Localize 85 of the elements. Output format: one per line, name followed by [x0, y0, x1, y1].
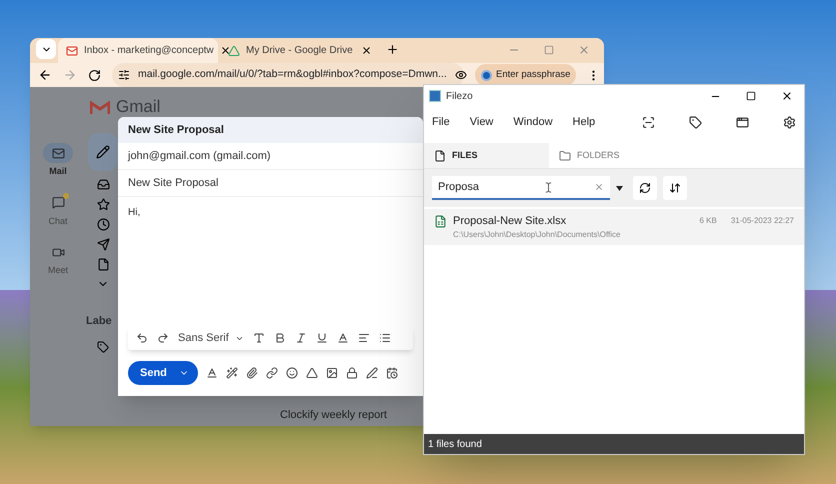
message-body[interactable]: Hi, [118, 197, 423, 326]
window-icon[interactable] [736, 116, 749, 128]
url-text: mail.google.com/mail/u/0/?tab=rm&ogbl#inbox?compose=Dmwn... [138, 67, 447, 82]
align-icon[interactable] [358, 332, 370, 344]
pen-icon[interactable] [366, 367, 378, 379]
sort-button[interactable] [663, 176, 687, 200]
triangle-icon [228, 44, 240, 56]
file-date: 31-05-2023 22:27 [730, 215, 794, 227]
result-row[interactable]: Proposal-New Site.xlsx 6 KB 31-05-2023 22:27 C:\Users\John\Desktop\John\Documents\Office [424, 209, 804, 245]
underline-icon[interactable] [316, 332, 328, 344]
clear-icon[interactable] [594, 182, 604, 192]
calendar-icon[interactable] [386, 367, 398, 379]
status-bar: 1 files found [424, 434, 804, 454]
recipient-field[interactable]: john@gmail.com (gmail.com) [118, 143, 423, 170]
triangle-icon[interactable] [306, 367, 318, 379]
passphrase-button[interactable]: Enter passphrase [475, 64, 576, 86]
email-subject: Clockify weekly report [280, 408, 388, 422]
envelope-icon [52, 146, 64, 160]
tag-icon[interactable] [689, 116, 702, 128]
refresh-button[interactable] [633, 176, 657, 200]
file-size: 6 KB [699, 215, 717, 227]
settings-icon[interactable] [783, 116, 796, 128]
app-icon [429, 90, 441, 102]
gmail-logo-icon [90, 100, 110, 114]
file-path: C:\Users\John\Desktop\John\Documents\Office [452, 229, 622, 242]
italic-icon[interactable] [294, 332, 307, 344]
window-title: Filezo [446, 90, 473, 104]
send-icon[interactable] [96, 238, 110, 251]
close-icon[interactable] [220, 45, 231, 56]
wand-icon[interactable] [226, 367, 238, 379]
tab-title: My Drive - Google Drive [246, 44, 354, 58]
redo-icon[interactable] [157, 332, 169, 344]
document-icon [434, 150, 446, 162]
spreadsheet-icon [434, 214, 447, 228]
search-field[interactable]: Proposa [432, 176, 610, 200]
formatting-icon[interactable] [206, 367, 218, 379]
menu-item[interactable]: File [432, 114, 450, 130]
clock-icon[interactable] [96, 218, 110, 231]
new-tab-icon[interactable] [386, 43, 399, 56]
subject-field[interactable]: New Site Proposal [118, 170, 423, 197]
scan-icon[interactable] [642, 116, 655, 128]
tab[interactable]: FILES [424, 143, 549, 168]
bold-icon[interactable] [274, 332, 286, 344]
label-icon [97, 340, 109, 352]
emoji-icon[interactable] [286, 367, 298, 379]
refresh-icon [639, 182, 651, 194]
video-icon [52, 246, 64, 258]
font-dropdown[interactable]: Sans Serif [178, 330, 244, 346]
sort-icon [669, 182, 681, 194]
text-color-icon[interactable] [336, 332, 349, 344]
back-icon[interactable] [38, 68, 52, 82]
reload-icon[interactable] [88, 68, 101, 82]
close-icon[interactable] [361, 45, 372, 56]
eye-icon [454, 69, 467, 81]
dropdown-arrow-icon[interactable] [616, 186, 623, 190]
tab-list-button[interactable] [36, 39, 56, 59]
send-button[interactable]: Send [128, 361, 198, 385]
image-icon[interactable] [326, 367, 338, 379]
envelope-icon [66, 44, 78, 56]
chat-icon [52, 196, 64, 209]
text-size-icon[interactable] [252, 332, 265, 344]
close-icon[interactable] [781, 90, 793, 102]
browser-tab[interactable]: My Drive - Google Drive [220, 38, 380, 63]
menu-item[interactable]: View [470, 114, 494, 130]
labels-heading: Labe [86, 314, 112, 329]
inbox-icon[interactable] [96, 178, 110, 191]
gmail-logo-text: Gmail [116, 96, 160, 118]
menu-item[interactable]: Window [513, 114, 553, 130]
address-bar[interactable]: mail.google.com/mail/u/0/?tab=rm&ogbl#inbox?compose=Dmwn... [112, 63, 464, 87]
lock-icon[interactable] [346, 367, 358, 379]
maximize-icon[interactable] [746, 91, 756, 101]
tab-title: Inbox - marketing@conceptw [84, 44, 214, 58]
document-icon[interactable] [96, 258, 110, 271]
site-settings-icon [118, 69, 130, 81]
folder-icon [559, 150, 571, 162]
undo-icon[interactable] [136, 332, 148, 344]
menu-item[interactable]: Help [572, 114, 596, 130]
paperclip-icon[interactable] [246, 367, 258, 379]
text-cursor-icon [543, 182, 554, 192]
star-icon[interactable] [96, 198, 110, 211]
file-name: Proposal-New Site.xlsx [453, 214, 568, 229]
compose-button[interactable] [88, 133, 118, 171]
link-icon[interactable] [266, 367, 278, 379]
pencil-icon [96, 145, 110, 159]
compose-title: New Site Proposal [128, 122, 224, 138]
